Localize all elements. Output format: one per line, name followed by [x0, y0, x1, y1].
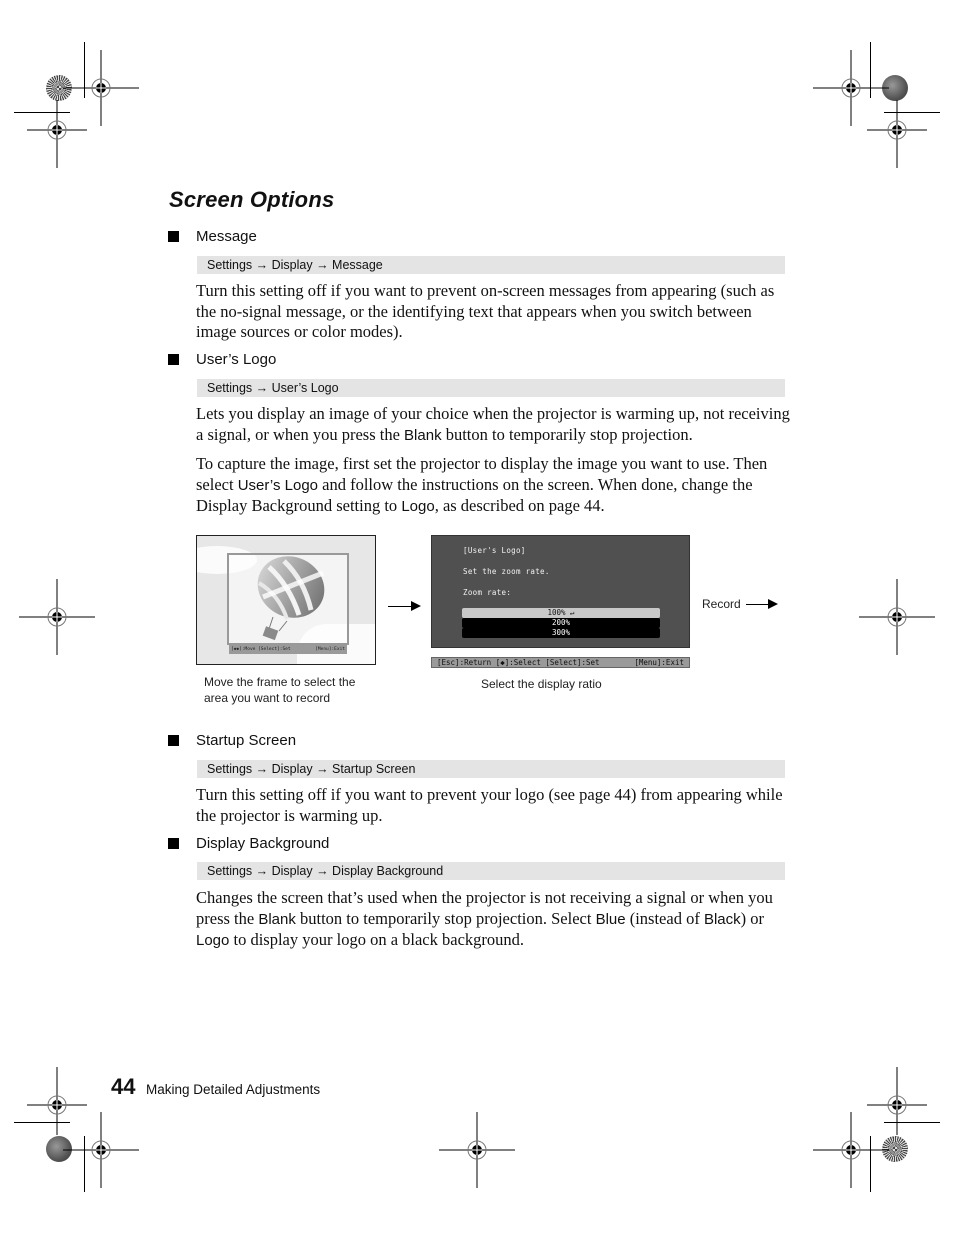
frame-status-bar: [◆◆]:Move [Select]:Set [Menu]:Exit	[229, 645, 347, 654]
keyword: User’s Logo	[237, 476, 319, 494]
keyword: Blue	[595, 910, 626, 928]
bullet-icon	[168, 735, 179, 746]
section-heading-message: Message	[168, 228, 257, 245]
figure-caption-right: Select the display ratio	[481, 677, 602, 691]
registration-mark-icon	[63, 1112, 139, 1188]
bullet-icon	[168, 354, 179, 365]
keyword: Logo	[196, 932, 230, 949]
text: ) or	[740, 908, 765, 928]
keyword: Blank	[404, 426, 442, 444]
zoom-option-selected: 100% ↵	[462, 608, 660, 618]
arrow-right-icon	[411, 601, 421, 611]
registration-mark-icon	[813, 1112, 889, 1188]
zoom-option: 200%	[462, 618, 660, 628]
section-paragraph: Turn this setting off if you want to pre…	[196, 785, 783, 825]
text: to display your logo on a black backgrou…	[229, 930, 525, 949]
page-title: Screen Options	[169, 187, 335, 212]
bullet-icon	[168, 838, 179, 849]
selection-frame	[227, 553, 349, 645]
keyword: Black	[703, 910, 741, 928]
section-heading-display-background: Display Background	[168, 835, 329, 852]
hot-air-balloon-image	[257, 556, 325, 641]
osd-instruction: Set the zoom rate.	[463, 567, 550, 576]
registration-mark-icon	[19, 92, 95, 168]
caption-line: area you want to record	[204, 691, 331, 705]
status-left: [◆◆]:Move [Select]:Set	[231, 647, 291, 652]
record-label: Record	[702, 597, 741, 611]
section-heading-label: Message	[196, 228, 257, 245]
menu-path: Settings → Display → Startup Screen	[197, 760, 785, 778]
crop-line	[14, 1122, 70, 1123]
section-heading-users-logo: User’s Logo	[168, 351, 276, 368]
osd-title: [User's Logo]	[463, 546, 526, 555]
page-number: 44	[111, 1074, 136, 1099]
figure-caption-left: Move the frame to select the area you wa…	[204, 674, 355, 706]
capture-frame-screenshot: [◆◆]:Move [Select]:Set [Menu]:Exit	[196, 535, 376, 665]
zoom-option: 300%	[462, 628, 660, 638]
section-paragraph: Turn this setting off if you want to pre…	[196, 281, 775, 341]
registration-mark-icon	[859, 579, 935, 655]
chapter-title: Making Detailed Adjustments	[146, 1082, 321, 1097]
section-paragraph: Changes the screen that’s used when the …	[196, 888, 791, 952]
caption-line: Move the frame to select the	[204, 675, 356, 689]
arrow-line	[388, 606, 413, 607]
section-heading-label: User’s Logo	[196, 351, 277, 368]
section-paragraph: Lets you display an image of your choice…	[196, 404, 791, 446]
option-label: 100%	[547, 608, 566, 617]
enter-icon: ↵	[570, 608, 575, 617]
status-left: [Esc]:Return [◆]:Select [Select]:Set	[437, 658, 600, 667]
section-heading-label: Startup Screen	[196, 732, 297, 749]
registration-mark-icon	[439, 1112, 515, 1188]
crop-line	[884, 1122, 940, 1123]
text: (instead of	[625, 908, 704, 928]
osd-label: Zoom rate:	[463, 588, 512, 597]
keyword: Logo	[401, 498, 435, 515]
menu-path: Settings → Display → Display Background	[197, 862, 785, 880]
arrow-right-icon	[768, 599, 778, 609]
keyword: Blank	[258, 910, 296, 928]
status-right: [Menu]:Exit	[315, 647, 345, 652]
text: button to temporarily stop projection. S…	[295, 908, 596, 928]
section-heading-label: Display Background	[196, 835, 330, 852]
section-paragraph: To capture the image, first set the proj…	[196, 454, 791, 518]
registration-mark-icon	[859, 92, 935, 168]
status-right: [Menu]:Exit	[634, 658, 684, 667]
menu-path: Settings → User’s Logo	[197, 379, 785, 397]
text: button to temporarily stop projection.	[441, 424, 693, 444]
registration-mark-icon	[19, 579, 95, 655]
users-logo-osd-screenshot: [User's Logo] Set the zoom rate. Zoom ra…	[431, 535, 690, 648]
text: , as described on page 44.	[434, 496, 605, 515]
menu-path: Settings → Display → Message	[197, 256, 785, 274]
arrow-line	[746, 604, 770, 605]
osd-status-bar: [Esc]:Return [◆]:Select [Select]:Set [Me…	[431, 657, 690, 668]
bullet-icon	[168, 231, 179, 242]
section-heading-startup-screen: Startup Screen	[168, 732, 296, 749]
